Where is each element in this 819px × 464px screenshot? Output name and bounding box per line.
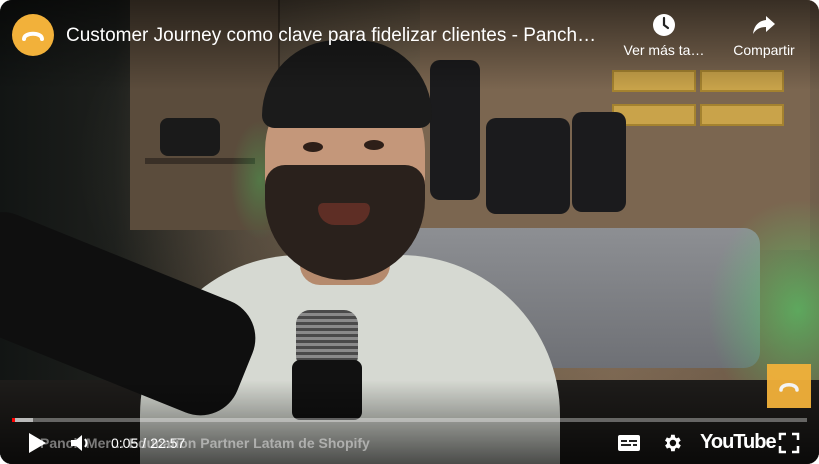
fullscreen-button[interactable] <box>774 428 804 458</box>
play-button[interactable] <box>22 428 52 458</box>
share-button[interactable]: Compartir <box>719 12 809 58</box>
volume-icon <box>71 435 88 451</box>
time-separator: / <box>142 435 147 451</box>
share-label: Compartir <box>733 42 795 58</box>
time-display: 0:05/22:57 <box>111 435 185 451</box>
progress-bar[interactable] <box>12 418 807 422</box>
youtube-logo[interactable]: YouTube <box>700 431 777 454</box>
video-player[interactable]: Customer Journey como clave para fideliz… <box>0 0 819 464</box>
share-arrow-icon <box>753 16 775 34</box>
gear-icon <box>665 434 681 452</box>
watch-later-button[interactable]: Ver más ta… <box>619 12 709 58</box>
volume-button[interactable] <box>66 428 96 458</box>
player-chrome: Customer Journey como clave para fideliz… <box>0 0 819 464</box>
subtitles-icon <box>618 435 640 451</box>
channel-avatar[interactable] <box>12 14 54 56</box>
duration: 22:57 <box>150 435 186 451</box>
channel-logo-icon <box>22 31 44 41</box>
settings-button[interactable] <box>657 428 687 458</box>
fullscreen-icon <box>778 432 800 454</box>
channel-watermark[interactable] <box>767 364 811 408</box>
watch-later-label: Ver más ta… <box>623 42 705 58</box>
current-time: 0:05 <box>111 435 139 451</box>
progress-played <box>12 418 15 422</box>
subtitles-button[interactable] <box>614 428 644 458</box>
channel-watermark-icon <box>779 383 799 392</box>
progress-loaded <box>12 418 34 422</box>
clock-icon <box>653 14 675 36</box>
play-icon <box>29 433 46 453</box>
video-title[interactable]: Customer Journey como clave para fideliz… <box>66 25 611 47</box>
